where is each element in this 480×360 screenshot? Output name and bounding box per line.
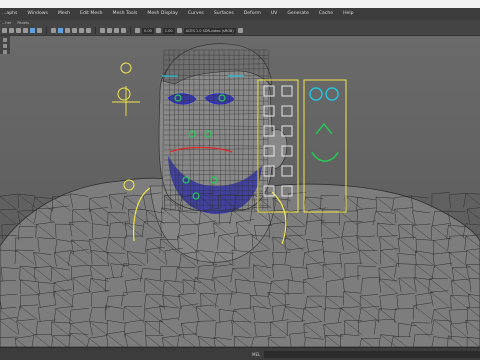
textured-icon[interactable] xyxy=(72,28,77,33)
lasso-tool-icon[interactable] xyxy=(3,44,7,48)
wire-edge xyxy=(0,196,19,211)
wire-edge xyxy=(466,209,470,224)
menu-deform[interactable]: Deform xyxy=(244,8,261,20)
menu-generate[interactable]: Generate xyxy=(287,8,308,20)
circle-control[interactable] xyxy=(117,87,131,101)
dropdown-icon[interactable] xyxy=(237,28,243,33)
panel-menu-renderer[interactable]: ...her xyxy=(2,21,11,25)
select-camera-icon[interactable] xyxy=(30,28,35,33)
viewport-canvas[interactable] xyxy=(0,36,480,347)
face-ui-slot[interactable] xyxy=(281,85,293,97)
right-eye-control[interactable] xyxy=(325,87,339,101)
view-transform-select[interactable]: ACES 1.0 SDR-video (sRGB) xyxy=(183,27,236,34)
paint-select-icon[interactable] xyxy=(3,50,7,54)
shadows-icon[interactable] xyxy=(86,28,91,33)
wire-edge xyxy=(467,207,480,210)
window-top-strip xyxy=(0,0,480,8)
circle-control[interactable] xyxy=(120,62,132,74)
menu-cache[interactable]: Cache xyxy=(319,8,333,20)
gamma-icon xyxy=(155,28,161,33)
menu-mesh-tools[interactable]: Mesh Tools xyxy=(113,8,138,20)
wire-edge xyxy=(411,195,430,199)
menu-windows[interactable]: Windows xyxy=(27,8,48,20)
color-management-icon[interactable] xyxy=(176,28,182,33)
exposure-icon xyxy=(135,28,140,33)
wire-edge xyxy=(465,193,480,195)
select-tool-icon[interactable] xyxy=(3,38,7,42)
camera-icon[interactable] xyxy=(2,28,7,33)
menu-uv[interactable]: UV xyxy=(271,8,278,20)
wireframe-icon[interactable] xyxy=(51,28,56,33)
mouth-control[interactable] xyxy=(311,151,339,162)
wire-edge xyxy=(17,209,36,212)
menu-mesh[interactable]: Mesh xyxy=(58,8,70,20)
wire-edge xyxy=(0,193,18,197)
wireframe-on-shaded-icon[interactable] xyxy=(65,28,70,33)
menu-surfaces[interactable]: Surfaces xyxy=(214,8,234,20)
left-toolbox xyxy=(0,36,10,54)
wire-edge xyxy=(34,197,53,199)
smooth-shade-icon[interactable] xyxy=(58,28,63,33)
bookmark-icon[interactable] xyxy=(16,28,21,33)
main-menu-bar: ...aphs Windows Mesh Edit Mesh Mesh Tool… xyxy=(0,8,480,20)
grid-icon[interactable] xyxy=(37,28,42,33)
menu-curves[interactable]: Curves xyxy=(188,8,204,20)
wire-edge xyxy=(448,194,452,209)
menu-mesh-display[interactable]: Mesh Display xyxy=(147,8,178,20)
wire-edge xyxy=(31,197,35,212)
toolbar-divider xyxy=(46,27,47,34)
toolbar-divider xyxy=(95,27,96,34)
command-line-bar: MEL xyxy=(0,347,480,360)
wire-edge xyxy=(0,209,16,211)
menu-help[interactable]: Help xyxy=(343,8,353,20)
backface-icon[interactable] xyxy=(121,28,126,33)
wire-edge xyxy=(447,210,466,212)
menu-graphs[interactable]: ...aphs xyxy=(2,8,17,20)
gamma-field[interactable]: 1.00 xyxy=(162,27,175,34)
face-ui-slot[interactable] xyxy=(281,165,293,177)
wire-edge xyxy=(465,193,480,205)
viewport-toolbar: 0.00 1.00 ACES 1.0 SDR-video (sRGB) xyxy=(0,26,480,36)
nose-control[interactable] xyxy=(315,122,333,135)
wire-edge xyxy=(449,193,468,195)
xray-icon[interactable] xyxy=(107,28,112,33)
panel-menu-panels[interactable]: Panels xyxy=(17,21,29,25)
wire-edge xyxy=(17,193,19,208)
modeling-viewport[interactable] xyxy=(0,36,480,347)
face-ui-slot[interactable] xyxy=(281,105,293,117)
command-input[interactable] xyxy=(264,350,480,358)
menu-edit-mesh[interactable]: Edit Mesh xyxy=(80,8,102,20)
xray-joints-icon[interactable] xyxy=(114,28,119,33)
wire-edge xyxy=(463,193,467,208)
frame-all-icon[interactable] xyxy=(23,28,28,33)
wire-edge xyxy=(1,223,20,226)
isolate-select-icon[interactable] xyxy=(100,28,105,33)
left-eye-control[interactable] xyxy=(309,87,323,101)
wire-edge xyxy=(431,192,450,195)
toolbar-divider xyxy=(130,27,131,34)
wire-edge xyxy=(0,211,16,225)
exposure-field[interactable]: 0.00 xyxy=(142,27,154,34)
wire-edge xyxy=(465,223,480,226)
image-plane-icon[interactable] xyxy=(9,28,14,33)
wire-edge xyxy=(1,225,3,240)
mel-label[interactable]: MEL xyxy=(252,352,260,357)
lights-icon[interactable] xyxy=(79,28,84,33)
